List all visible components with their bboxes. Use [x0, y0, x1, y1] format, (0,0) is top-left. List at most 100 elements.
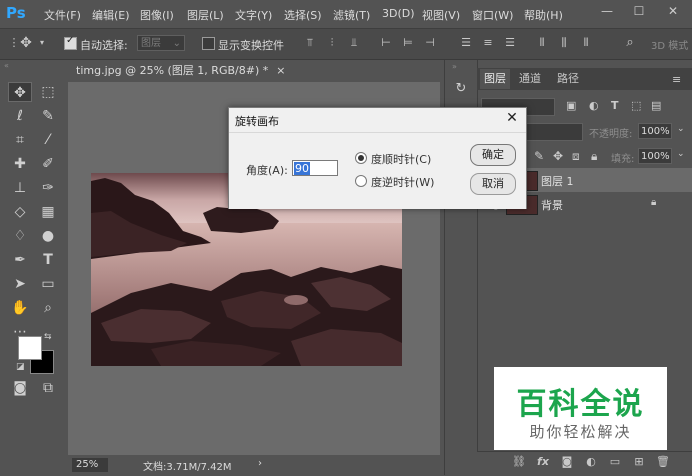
align-top-icon[interactable]: ⫪ — [304, 37, 316, 49]
foreground-color-swatch[interactable] — [18, 336, 42, 360]
search-icon[interactable]: ⌕ — [624, 36, 636, 49]
filter-shape-icon[interactable]: ⬚ — [631, 99, 641, 112]
tab-paths[interactable]: 路径 — [553, 69, 583, 89]
menu-3d[interactable]: 3D(D) — [382, 7, 415, 20]
adjustment-layer-icon[interactable]: ◐ — [584, 455, 598, 469]
panel-menu-icon[interactable]: ≡ — [672, 73, 681, 86]
path-selection-tool-icon[interactable]: ➤ — [8, 274, 32, 294]
link-layers-icon[interactable]: ⛓ — [512, 455, 526, 469]
lasso-tool-icon[interactable]: ℓ — [8, 106, 32, 126]
align-left-icon[interactable]: ⊢ — [380, 37, 392, 49]
lock-artboard-icon[interactable]: ⧈ — [572, 149, 580, 164]
opacity-field[interactable]: 100% — [638, 123, 672, 139]
collapse-panels-icon[interactable]: » — [452, 62, 457, 71]
fx-icon[interactable]: fx — [536, 455, 550, 469]
distribute-top-icon[interactable]: ☰ — [460, 37, 472, 49]
swap-colors-icon[interactable]: ⇆ — [44, 332, 52, 342]
clockwise-radio[interactable] — [355, 152, 367, 164]
history-brush-tool-icon[interactable]: ✑ — [36, 178, 60, 198]
pen-tool-icon[interactable]: ✒ — [8, 250, 32, 270]
chevron-down-icon[interactable]: ⌄ — [677, 124, 685, 134]
align-hcenter-icon[interactable]: ⊨ — [402, 37, 414, 49]
clone-stamp-tool-icon[interactable]: ⊥ — [8, 178, 32, 198]
minimize-button[interactable]: — — [592, 2, 622, 20]
align-bottom-icon[interactable]: ⫫ — [348, 37, 360, 49]
eyedropper-tool-icon[interactable]: ⁄ — [36, 130, 60, 150]
close-icon[interactable]: ✕ — [502, 109, 522, 127]
menu-view[interactable]: 视图(V) — [422, 7, 460, 23]
lock-pixels-icon[interactable]: ✎ — [534, 149, 544, 163]
photoshop-logo: Ps — [6, 4, 26, 22]
cancel-button[interactable]: 取消 — [470, 173, 516, 195]
counterclockwise-label[interactable]: 度逆时针(W) — [371, 174, 434, 190]
rectangle-tool-icon[interactable]: ▭ — [36, 274, 60, 294]
gradient-tool-icon[interactable]: ▦ — [36, 202, 60, 222]
marquee-tool-icon[interactable]: ⬚ — [36, 82, 60, 102]
filter-type-icon[interactable]: T — [611, 99, 619, 112]
healing-brush-tool-icon[interactable]: ✚ — [8, 154, 32, 174]
filter-adjustment-icon[interactable]: ◐ — [589, 99, 599, 112]
filter-pixel-icon[interactable]: ▣ — [566, 99, 576, 112]
new-group-icon[interactable]: ▭ — [608, 455, 622, 469]
menu-type[interactable]: 文字(Y) — [235, 7, 272, 23]
filter-smart-object-icon[interactable]: ▤ — [651, 99, 661, 112]
blur-tool-icon[interactable]: ♢ — [8, 226, 32, 246]
eraser-tool-icon[interactable]: ◇ — [8, 202, 32, 222]
maximize-button[interactable]: ☐ — [624, 2, 654, 20]
angle-input[interactable]: 90 — [292, 160, 338, 176]
distribute-right-icon[interactable]: ⦀ — [580, 37, 592, 49]
zoom-tool-icon[interactable]: ⌕ — [36, 298, 60, 318]
close-window-button[interactable]: ✕ — [658, 2, 688, 20]
lock-all-icon[interactable]: 🔒︎ — [591, 149, 597, 164]
align-vcenter-icon[interactable]: ⫶ — [326, 37, 338, 49]
menu-window[interactable]: 窗口(W) — [472, 7, 513, 23]
quick-mask-icon[interactable]: ◙ — [8, 378, 32, 398]
distribute-left-icon[interactable]: ⦀ — [536, 37, 548, 49]
distribute-hcenter-icon[interactable]: ⫼ — [558, 37, 570, 49]
auto-select-target-dropdown[interactable]: 图层 ⌄ — [137, 35, 185, 51]
tab-channels[interactable]: 通道 — [515, 69, 545, 89]
document-info[interactable]: 文档:3.71M/7.42M — [143, 458, 232, 473]
zoom-field[interactable]: 25% — [72, 458, 108, 472]
menu-filter[interactable]: 滤镜(T) — [333, 7, 370, 23]
chevron-down-icon[interactable]: ▾ — [36, 37, 48, 49]
history-panel-icon[interactable]: ↻ — [450, 78, 472, 100]
move-tool-icon[interactable]: ✥ — [8, 82, 32, 102]
distribute-vcenter-icon[interactable]: ≡ — [482, 37, 494, 49]
counterclockwise-radio[interactable] — [355, 175, 367, 187]
close-tab-icon[interactable]: × — [276, 64, 285, 77]
menu-help[interactable]: 帮助(H) — [524, 7, 563, 23]
clockwise-label[interactable]: 度顺时针(C) — [371, 151, 431, 167]
menu-image[interactable]: 图像(I) — [140, 7, 174, 23]
collapse-toolbar-icon[interactable]: « — [4, 62, 62, 70]
crop-tool-icon[interactable]: ⌗ — [8, 130, 32, 150]
type-tool-icon[interactable]: T — [36, 250, 60, 270]
chevron-right-icon[interactable]: › — [258, 458, 262, 469]
align-right-icon[interactable]: ⊣ — [424, 37, 436, 49]
add-mask-icon[interactable]: ◙ — [560, 455, 574, 469]
dodge-tool-icon[interactable]: ● — [36, 226, 60, 246]
move-tool-preset-icon[interactable]: ✥ — [20, 36, 32, 50]
menu-select[interactable]: 选择(S) — [284, 7, 322, 23]
lock-position-icon[interactable]: ✥ — [553, 149, 563, 163]
tab-layers[interactable]: 图层 — [480, 69, 510, 89]
ok-button[interactable]: 确定 — [470, 144, 516, 166]
trash-icon[interactable]: 🗑︎ — [656, 455, 670, 469]
new-layer-icon[interactable]: ⊞ — [632, 455, 646, 469]
auto-select-checkbox[interactable] — [64, 35, 77, 50]
screen-mode-icon[interactable]: ⧉ — [36, 378, 60, 398]
distribute-bottom-icon[interactable]: ☰ — [504, 37, 516, 49]
fill-field[interactable]: 100% — [638, 148, 672, 164]
hand-tool-icon[interactable]: ✋ — [8, 298, 32, 318]
chevron-down-icon[interactable]: ⌄ — [677, 149, 685, 159]
menu-file[interactable]: 文件(F) — [44, 7, 81, 23]
default-colors-icon[interactable]: ◪ — [16, 362, 25, 372]
show-transform-checkbox[interactable] — [202, 37, 215, 50]
brush-tool-icon[interactable]: ✐ — [36, 154, 60, 174]
dialog-title: 旋转画布 — [235, 115, 279, 128]
menu-edit[interactable]: 编辑(E) — [92, 7, 130, 23]
quick-select-tool-icon[interactable]: ✎ — [36, 106, 60, 126]
document-tab[interactable]: timg.jpg @ 25% (图层 1, RGB/8#) * × — [68, 60, 285, 82]
menu-layer[interactable]: 图层(L) — [187, 7, 224, 23]
3d-mode-label: 3D 模式 — [651, 41, 689, 52]
